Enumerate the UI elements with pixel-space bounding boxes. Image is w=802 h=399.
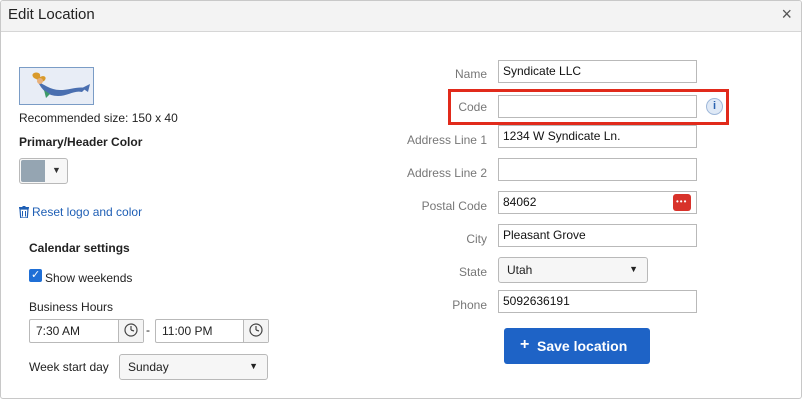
code-field-highlight (448, 89, 729, 125)
color-swatch (21, 160, 45, 182)
name-label: Name (454, 67, 487, 81)
postal-lookup-icon[interactable]: ••• (673, 194, 691, 211)
save-location-button[interactable]: + Save location (504, 328, 650, 364)
address-line-2-label: Address Line 2 (406, 166, 487, 180)
end-time-value: 11:00 PM (162, 324, 213, 338)
state-label: State (458, 265, 487, 279)
postal-code-input[interactable]: 84062 (498, 191, 697, 214)
primary-color-picker[interactable]: ▼ (19, 158, 68, 184)
reset-logo-label: Reset logo and color (32, 205, 143, 219)
postal-code-label: Postal Code (421, 199, 487, 213)
address-line-1-value: 1234 W Syndicate Ln. (503, 129, 621, 143)
state-select[interactable]: Utah ▼ (498, 257, 648, 283)
city-value: Pleasant Grove (503, 228, 586, 242)
close-icon[interactable]: × (781, 4, 792, 25)
name-value: Syndicate LLC (503, 64, 582, 78)
week-start-label: Week start day (29, 360, 109, 374)
calendar-settings-title: Calendar settings (29, 241, 130, 255)
address-line-1-label: Address Line 1 (406, 133, 487, 147)
check-icon: ✓ (31, 269, 41, 281)
caret-down-icon: ▼ (629, 264, 638, 274)
clock-icon[interactable] (243, 320, 268, 342)
phone-value: 5092636191 (503, 294, 570, 308)
address-line-1-input[interactable]: 1234 W Syndicate Ln. (498, 125, 697, 148)
show-weekends-label[interactable]: Show weekends (45, 271, 132, 285)
trash-icon (19, 206, 29, 218)
clock-icon[interactable] (118, 320, 143, 342)
business-hours-label: Business Hours (29, 300, 114, 314)
caret-down-icon: ▼ (249, 361, 258, 371)
edit-location-dialog: Edit Location × Recommended size: 150 x … (0, 0, 802, 399)
city-label: City (466, 232, 487, 246)
postal-code-value: 84062 (503, 195, 537, 209)
caret-down-icon: ▼ (52, 165, 61, 175)
address-line-2-input[interactable] (498, 158, 697, 181)
mermaid-logo-icon (20, 68, 93, 104)
start-time-input[interactable]: 7:30 AM (29, 319, 144, 343)
name-input[interactable]: Syndicate LLC (498, 60, 697, 83)
phone-input[interactable]: 5092636191 (498, 290, 697, 313)
week-start-value: Sunday (128, 360, 169, 374)
city-input[interactable]: Pleasant Grove (498, 224, 697, 247)
end-time-input[interactable]: 11:00 PM (155, 319, 269, 343)
time-range-separator: - (146, 323, 150, 337)
plus-icon: + (520, 336, 530, 353)
save-location-label: Save location (537, 338, 628, 354)
recommended-size-text: Recommended size: 150 x 40 (19, 111, 178, 125)
start-time-value: 7:30 AM (36, 324, 81, 338)
week-start-select[interactable]: Sunday ▼ (119, 354, 268, 380)
state-value: Utah (507, 263, 533, 277)
dialog-titlebar: Edit Location × (1, 1, 801, 32)
primary-color-label: Primary/Header Color (19, 135, 143, 149)
phone-label: Phone (452, 298, 487, 312)
dialog-title: Edit Location (8, 6, 95, 23)
reset-logo-link[interactable]: Reset logo and color (19, 205, 142, 219)
show-weekends-checkbox[interactable]: ✓ (29, 269, 42, 282)
logo-image[interactable] (19, 67, 94, 105)
